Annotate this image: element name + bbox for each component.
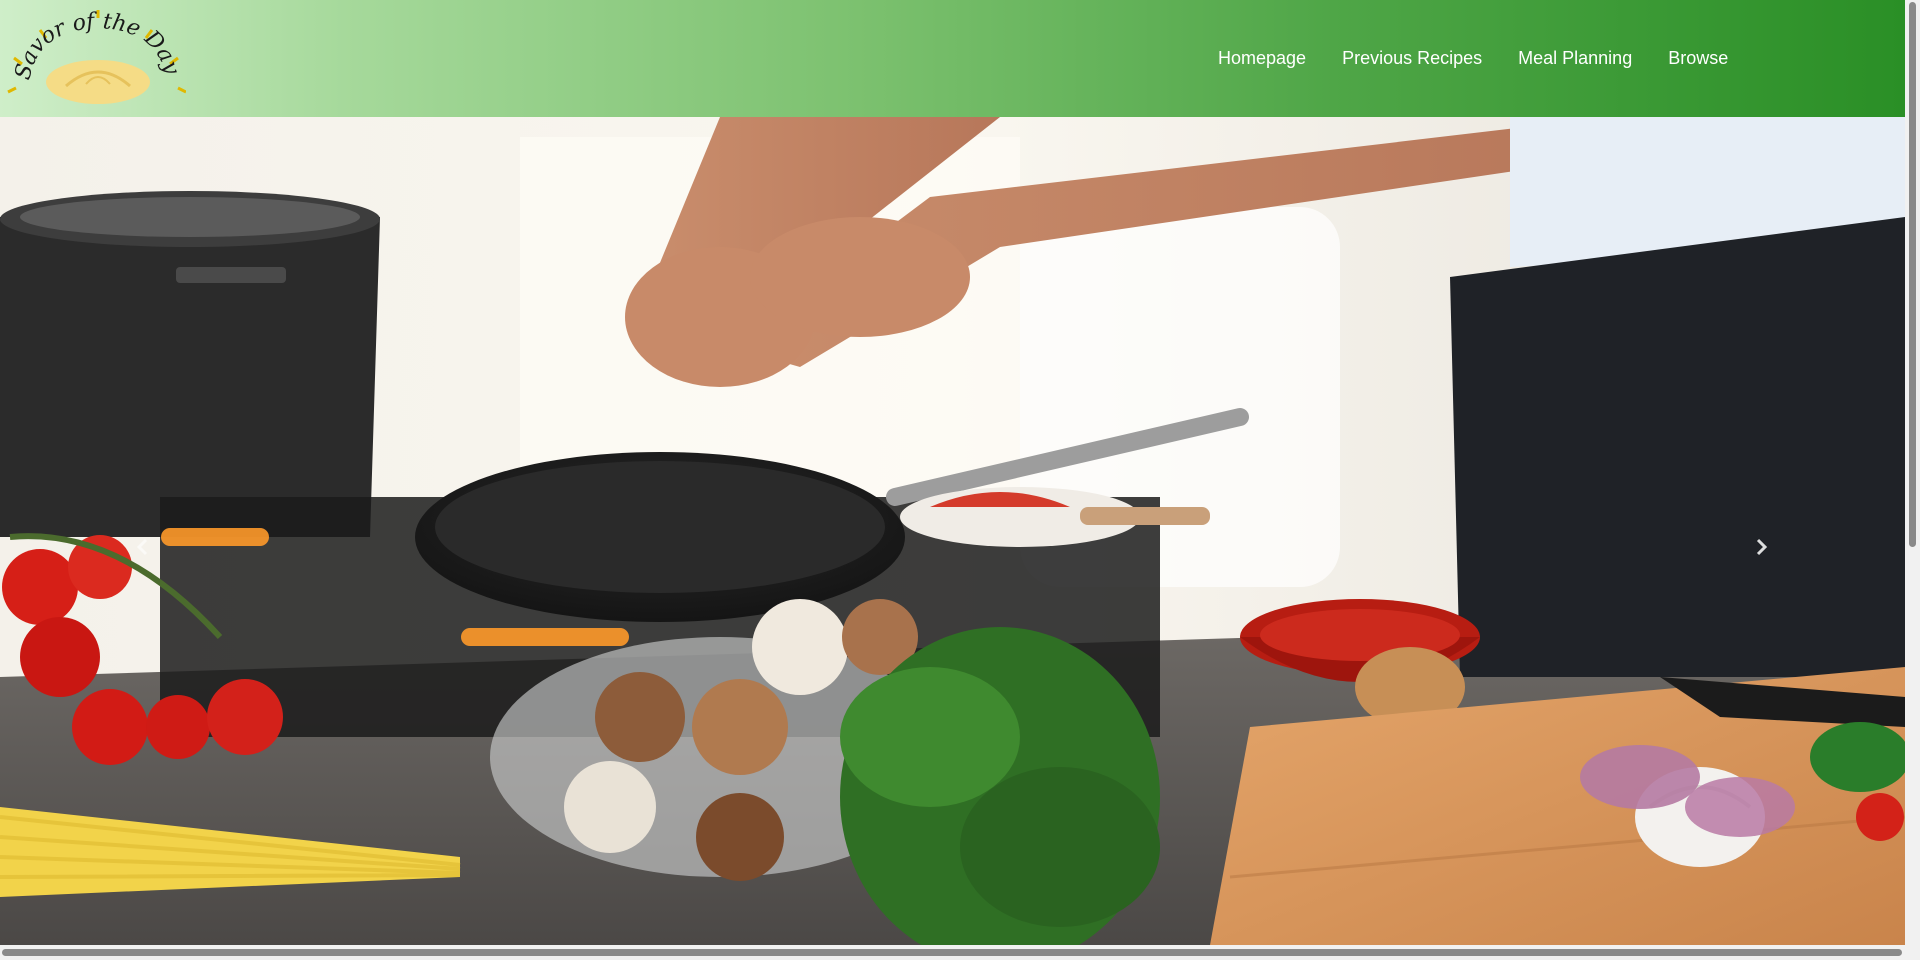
hero-image (0, 117, 1905, 945)
nav-homepage[interactable]: Homepage (1200, 48, 1324, 69)
site-logo[interactable]: Savor of the Day (6, 8, 187, 108)
chevron-left-icon (136, 538, 148, 556)
nav-browse[interactable]: Browse (1650, 48, 1746, 69)
chevron-right-icon (1756, 538, 1768, 556)
logo-image: Savor of the Day (7, 9, 187, 104)
nav-previous-recipes[interactable]: Previous Recipes (1324, 48, 1500, 69)
page: Savor of the Day Homepage Previous Recip… (0, 0, 1920, 960)
horizontal-scrollbar[interactable] (0, 945, 1920, 960)
main-nav: Homepage Previous Recipes Meal Planning … (1200, 0, 1746, 117)
hero-carousel (0, 117, 1905, 945)
site-header: Savor of the Day Homepage Previous Recip… (0, 0, 1905, 117)
horizontal-scrollbar-thumb[interactable] (2, 949, 1902, 956)
carousel-next-button[interactable] (1746, 532, 1776, 562)
nav-meal-planning[interactable]: Meal Planning (1500, 48, 1650, 69)
vertical-scrollbar[interactable] (1905, 0, 1920, 945)
carousel-prev-button[interactable] (128, 532, 158, 562)
vertical-scrollbar-thumb[interactable] (1909, 2, 1916, 547)
